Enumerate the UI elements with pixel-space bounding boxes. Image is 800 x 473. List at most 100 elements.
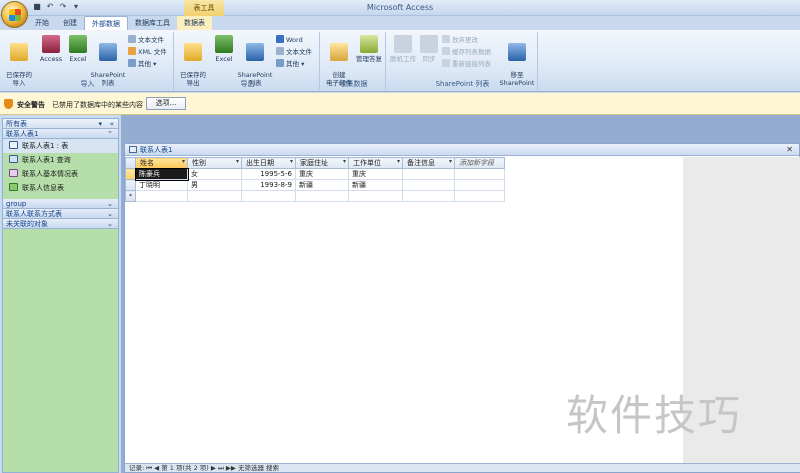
tab-create[interactable]: 创建 <box>56 16 84 30</box>
expand-chevron-icon[interactable]: ⌄ <box>107 209 113 219</box>
table-cell[interactable] <box>295 190 349 202</box>
import-more-button[interactable]: 其他 ▾ <box>128 59 156 69</box>
tab-external-data[interactable]: 外部数据 <box>84 16 128 30</box>
table-cell[interactable]: 重庆 <box>295 168 349 180</box>
nav-item-query[interactable]: 联系人表1 查询 <box>3 153 118 167</box>
shutter-bar-icon[interactable]: « <box>110 119 114 129</box>
record-navigation-bar[interactable]: 记录: ⏮ ◀ 第 1 项(共 2 项) ▶ ⏭ ▶▶ 无筛选器 搜索 <box>125 463 800 472</box>
table-cell[interactable]: 女 <box>187 168 242 180</box>
column-header-notes[interactable]: 备注信息 ▾ <box>402 157 455 169</box>
nav-group-contact-methods[interactable]: 联系人联系方式表 ⌄ <box>3 209 118 219</box>
relink-lists-label: 重新链接列表 <box>452 60 491 68</box>
cache-list-data-label: 缓存列表数据 <box>452 48 491 56</box>
table-cell[interactable] <box>454 168 505 180</box>
select-all-cell[interactable] <box>125 157 136 169</box>
cache-list-data-icon <box>442 47 450 55</box>
column-dropdown-icon[interactable]: ▾ <box>397 158 400 165</box>
table-cell[interactable]: 新疆 <box>348 179 403 191</box>
column-header-address[interactable]: 家庭住址 ▾ <box>295 157 349 169</box>
export-text-file-button[interactable]: 文本文件 <box>276 47 312 57</box>
import-access-button[interactable]: Access <box>37 35 65 63</box>
collect-group-label: 收集数据 <box>339 80 368 88</box>
table-cell[interactable] <box>402 179 455 191</box>
cache-list-data-button[interactable]: 缓存列表数据 <box>442 47 491 57</box>
import-more-label: 其他 <box>138 60 151 68</box>
text-file-icon <box>128 35 136 43</box>
collapse-chevron-icon[interactable]: ⌃ <box>107 129 113 139</box>
new-record-marker[interactable]: * <box>125 190 136 202</box>
nav-group-label: 未关联的对象 <box>6 220 48 228</box>
table-cell[interactable] <box>187 190 242 202</box>
expand-chevron-icon[interactable]: ⌄ <box>107 219 113 229</box>
table-row: 丁晓明 男 1993-8-9 新疆 新疆 <box>125 179 505 191</box>
row-selector[interactable] <box>125 179 136 191</box>
sync-label: 同步 <box>422 55 436 63</box>
nav-group-label: 联系人表1 <box>6 130 39 138</box>
close-document-icon[interactable]: ✕ <box>786 144 793 156</box>
table-cell[interactable]: 1995-5-6 <box>241 168 296 180</box>
table-cell[interactable] <box>135 190 188 202</box>
column-dropdown-icon[interactable]: ▾ <box>236 158 239 165</box>
column-header-name[interactable]: 姓名 ▾ <box>135 157 188 169</box>
tab-home[interactable]: 开始 <box>28 16 56 30</box>
table-cell[interactable] <box>454 179 505 191</box>
export-word-button[interactable]: Word <box>276 35 303 45</box>
column-dropdown-icon[interactable]: ▾ <box>290 158 293 165</box>
document-tab[interactable]: 联系人表1 ✕ <box>125 144 799 156</box>
row-selector[interactable] <box>125 168 136 180</box>
column-header-birthdate[interactable]: 出生日期 ▾ <box>241 157 296 169</box>
import-text-file-button[interactable]: 文本文件 <box>128 35 164 45</box>
window-controls <box>772 1 798 13</box>
datasheet-grid: 姓名 ▾ 性别 ▾ 出生日期 ▾ 家庭住址 ▾ 工作单位 ▾ 备注信息 ▾ 添加新字段 陈豪… <box>125 157 505 202</box>
column-header-add-field[interactable]: 添加新字段 <box>454 157 505 169</box>
nav-item-table[interactable]: 联系人表1 : 表 <box>3 139 118 153</box>
nav-item-basic-info-form[interactable]: 联系人基本情况表 <box>3 167 118 181</box>
close-window-button[interactable] <box>790 1 798 13</box>
sync-button[interactable]: 同步 <box>419 35 439 63</box>
table-cell[interactable] <box>348 190 403 202</box>
column-dropdown-icon[interactable]: ▾ <box>343 158 346 165</box>
table-cell[interactable]: 重庆 <box>348 168 403 180</box>
expand-chevron-icon[interactable]: ⌄ <box>107 199 113 209</box>
manage-replies-button[interactable]: 管理答复 <box>354 35 384 63</box>
minimize-button[interactable] <box>772 1 780 13</box>
column-dropdown-icon[interactable]: ▾ <box>182 158 185 165</box>
table-cell[interactable]: 1993-8-9 <box>241 179 296 191</box>
table-cell[interactable] <box>402 190 455 202</box>
nav-group-contacts1[interactable]: 联系人表1 ⌃ <box>3 129 118 139</box>
column-header-label: 工作单位 <box>353 159 381 167</box>
nav-group-group[interactable]: group ⌄ <box>3 199 118 209</box>
table-cell[interactable] <box>454 190 505 202</box>
table-cell[interactable]: 陈豪兵 <box>134 167 189 181</box>
export-more-button[interactable]: 其他 ▾ <box>276 59 304 69</box>
export-excel-button[interactable]: Excel <box>212 35 236 63</box>
word-icon <box>276 35 284 43</box>
maximize-button[interactable] <box>781 1 789 13</box>
discard-changes-button[interactable]: 放弃更改 <box>442 35 478 45</box>
office-button[interactable] <box>1 1 28 28</box>
nav-item-info-report[interactable]: 联系人信息表 <box>3 181 118 195</box>
header-row: 姓名 ▾ 性别 ▾ 出生日期 ▾ 家庭住址 ▾ 工作单位 ▾ 备注信息 ▾ 添加新字段 <box>125 157 505 169</box>
security-options-button[interactable]: 选项... <box>146 97 186 110</box>
work-offline-button[interactable]: 脱机工作 <box>389 35 417 63</box>
column-header-workplace[interactable]: 工作单位 ▾ <box>348 157 403 169</box>
nav-item-label: 联系人信息表 <box>22 184 64 192</box>
tab-database-tools[interactable]: 数据库工具 <box>128 16 177 30</box>
nav-menu-chevron-icon[interactable]: ▾ <box>98 119 102 129</box>
table-cell[interactable]: 丁晓明 <box>135 179 188 191</box>
work-offline-label: 脱机工作 <box>390 55 416 63</box>
table-cell[interactable] <box>241 190 296 202</box>
relink-lists-button[interactable]: 重新链接列表 <box>442 59 491 69</box>
tab-datasheet[interactable]: 数据表 <box>177 16 212 30</box>
table-cell[interactable] <box>402 168 455 180</box>
nav-pane-header[interactable]: 所有表 ▾ « <box>3 119 118 129</box>
import-xml-button[interactable]: XML 文件 <box>128 47 167 57</box>
nav-group-unrelated-objects[interactable]: 未关联的对象 ⌄ <box>3 219 118 229</box>
import-group-label: 导入 <box>80 80 95 88</box>
export-text-file-label: 文本文件 <box>286 48 312 56</box>
column-dropdown-icon[interactable]: ▾ <box>449 158 452 165</box>
table-cell[interactable]: 新疆 <box>295 179 349 191</box>
column-header-gender[interactable]: 性别 ▾ <box>187 157 242 169</box>
import-excel-button[interactable]: Excel <box>66 35 90 63</box>
table-cell[interactable]: 男 <box>187 179 242 191</box>
